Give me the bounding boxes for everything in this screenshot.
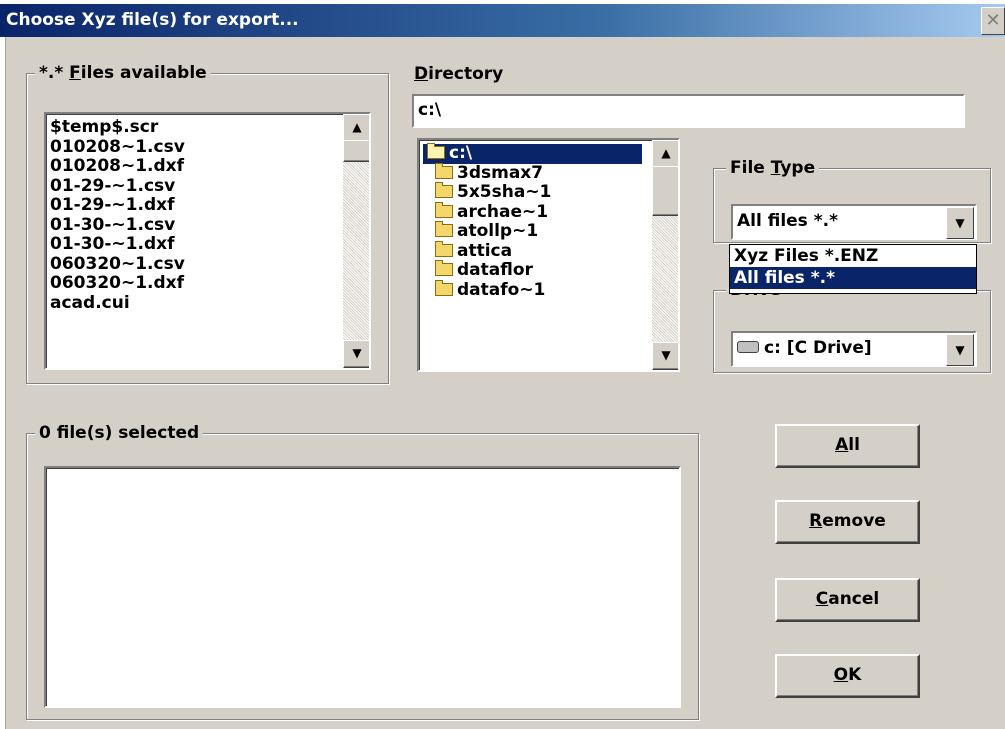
open-folder-icon	[427, 143, 445, 159]
tree-folder-item[interactable]: dataflor	[431, 260, 678, 281]
files-available-list[interactable]: $temp$.scr 010208~1.csv 010208~1.dxf 01-29-…	[44, 112, 371, 370]
folder-icon	[435, 260, 453, 276]
files-available-legend-rest: iles available	[80, 63, 207, 83]
tree-folder-item[interactable]: attica	[431, 240, 678, 262]
cancel-button-rest: ancel	[828, 589, 880, 609]
folder-icon	[435, 279, 453, 296]
file-list-item[interactable]: acad.cui	[46, 293, 369, 314]
tree-folder-label: 3dsmax7	[457, 162, 544, 183]
title-bar: Choose Xyz file(s) for export... ✕	[0, 0, 1005, 37]
all-button[interactable]: All	[775, 424, 920, 468]
file-list-item[interactable]: 060320~1.dxf	[46, 273, 369, 294]
file-type-options: Xyz Files *.ENZ All files *.*	[730, 245, 976, 289]
tree-folder-label: dataflor	[457, 260, 533, 280]
scroll-down-icon[interactable]: ▼	[652, 342, 678, 370]
file-type-selected-value: All files *.*	[737, 211, 838, 231]
drive-selected-value: c: [C Drive]	[764, 338, 872, 358]
file-type-option[interactable]: Xyz Files *.ENZ	[730, 245, 976, 267]
tree-folder-label: 5x5sha~1	[457, 182, 552, 202]
directory-label: Directory	[414, 63, 503, 85]
tree-root-label: c:\	[449, 143, 473, 163]
scroll-up-icon[interactable]: ▲	[343, 114, 369, 142]
files-available-legend-mnemonic: F	[69, 63, 81, 83]
file-list-item[interactable]: 01-29-~1.dxf	[46, 195, 369, 216]
file-type-option[interactable]: All files *.*	[730, 267, 976, 289]
ok-button-rest: K	[848, 665, 862, 685]
folder-icon	[435, 201, 453, 218]
file-list-item[interactable]: 010208~1.dxf	[46, 156, 369, 177]
drive-icon	[737, 341, 759, 353]
files-available-legend: *.* Files available	[35, 63, 211, 83]
selected-files-list[interactable]	[44, 466, 681, 708]
directory-tree[interactable]: c:\ 3dsmax7 5x5sha~1 archae~1 atollp~1 attic…	[417, 138, 680, 372]
cancel-button-mnemonic: C	[815, 589, 829, 609]
all-button-mnemonic: A	[835, 435, 849, 455]
tree-folder-label: datafo~1	[457, 279, 546, 300]
files-available-legend-prefix: *.*	[39, 63, 70, 83]
file-list-item[interactable]: 010208~1.csv	[46, 137, 369, 158]
tree-folder-list: 3dsmax7 5x5sha~1 archae~1 atollp~1 attica dat…	[419, 162, 678, 301]
tree-folder-item[interactable]: 3dsmax7	[431, 162, 678, 184]
file-list-item[interactable]: 01-29-~1.csv	[46, 176, 369, 197]
tree-folder-label: archae~1	[457, 201, 549, 222]
files-list-scroll-thumb[interactable]	[343, 140, 369, 162]
file-type-legend: File Type	[726, 158, 820, 178]
file-type-legend-prefix: File	[730, 158, 771, 178]
file-type-dropdown-list[interactable]: Xyz Files *.ENZ All files *.*	[729, 244, 977, 294]
remove-button-rest: emove	[822, 511, 886, 531]
chevron-down-icon[interactable]: ▼	[946, 334, 974, 366]
folder-icon	[435, 162, 453, 179]
scroll-down-icon[interactable]: ▼	[343, 340, 369, 368]
tree-folder-item[interactable]: archae~1	[431, 201, 678, 223]
file-list-item[interactable]: 01-30-~1.dxf	[46, 234, 369, 255]
tree-scroll-thumb[interactable]	[652, 166, 678, 216]
file-type-legend-rest: ype	[780, 158, 816, 178]
file-list-item[interactable]: $temp$.scr	[46, 117, 369, 138]
file-list-item[interactable]: 060320~1.csv	[46, 254, 369, 275]
tree-root-item[interactable]: c:\	[423, 143, 642, 164]
file-list-item[interactable]: 01-30-~1.csv	[46, 215, 369, 236]
tree-scrollbar[interactable]: ▲ ▼	[652, 140, 678, 370]
directory-label-mnemonic: D	[414, 64, 429, 84]
tree-folder-label: attica	[457, 240, 513, 261]
chevron-down-icon[interactable]: ▼	[946, 207, 974, 239]
tree-folder-item[interactable]: atollp~1	[431, 221, 678, 242]
cancel-button[interactable]: Cancel	[775, 578, 920, 622]
window-title: Choose Xyz file(s) for export...	[6, 10, 299, 30]
close-icon[interactable]: ✕	[981, 7, 1005, 35]
ok-button-mnemonic: O	[833, 665, 849, 685]
folder-icon	[435, 240, 453, 257]
remove-button-mnemonic: R	[809, 511, 823, 531]
folder-icon	[435, 182, 453, 198]
ok-button[interactable]: OK	[775, 654, 920, 698]
files-list-items: $temp$.scr 010208~1.csv 010208~1.dxf 01-29-…	[46, 117, 369, 314]
directory-path-field[interactable]: c:\	[412, 94, 965, 128]
tree-folder-label: atollp~1	[457, 221, 539, 241]
drive-select[interactable]: c: [C Drive] ▼	[731, 331, 977, 367]
directory-label-rest: irectory	[428, 64, 504, 84]
tree-folder-item[interactable]: 5x5sha~1	[431, 182, 678, 203]
scroll-up-icon[interactable]: ▲	[652, 140, 678, 168]
remove-button[interactable]: Remove	[775, 500, 920, 544]
all-button-rest: ll	[848, 435, 860, 455]
selected-files-legend: 0 file(s) selected	[35, 423, 204, 443]
tree-folder-item[interactable]: datafo~1	[431, 279, 678, 301]
files-list-scrollbar[interactable]: ▲ ▼	[343, 114, 369, 368]
window-left-edge	[0, 37, 6, 729]
folder-icon	[435, 221, 453, 237]
file-type-legend-mnemonic: T	[770, 158, 781, 178]
file-type-select[interactable]: All files *.* ▼	[731, 204, 977, 240]
